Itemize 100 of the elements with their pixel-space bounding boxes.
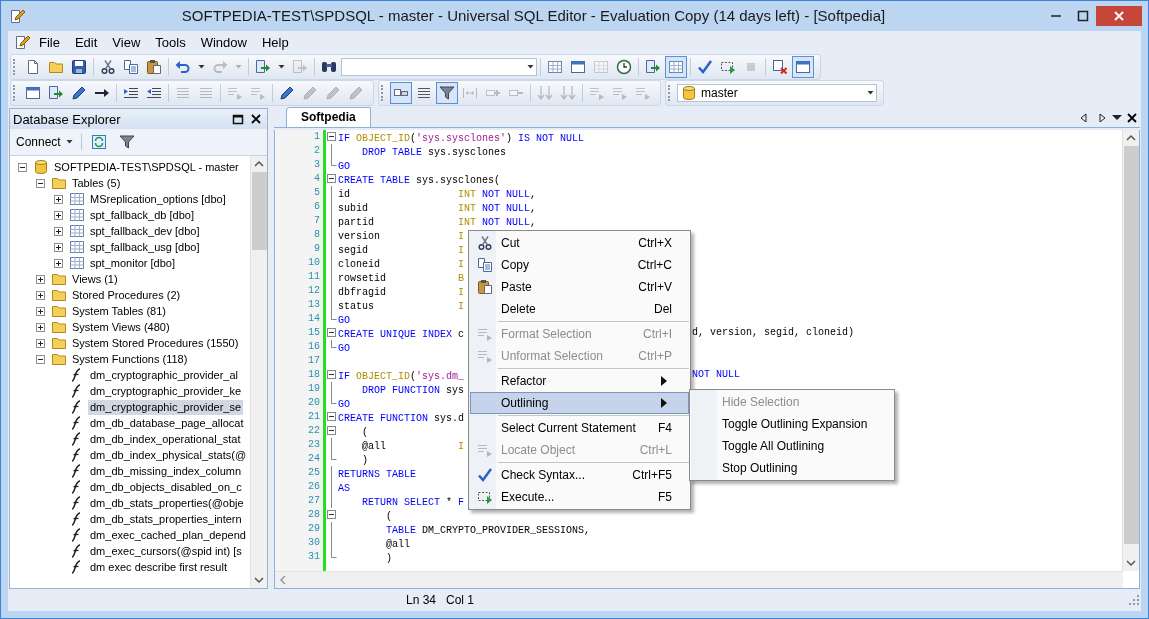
table-icon bbox=[69, 207, 85, 223]
tree-item[interactable]: System Tables (81) bbox=[70, 303, 168, 319]
toolbar-button[interactable] bbox=[436, 82, 458, 104]
database-dropdown[interactable]: master bbox=[677, 84, 877, 102]
fold-toggle[interactable] bbox=[326, 326, 337, 340]
expand-toggle[interactable] bbox=[54, 258, 63, 268]
folder-icon bbox=[48, 59, 64, 75]
expand-toggle[interactable] bbox=[54, 242, 63, 252]
tree-item[interactable]: dm_cryptographic_provider_ke bbox=[88, 383, 244, 399]
fold-toggle[interactable] bbox=[326, 368, 337, 382]
scrollbar[interactable] bbox=[1122, 130, 1139, 571]
table-icon bbox=[69, 255, 85, 271]
code-line: d, version, segid, cloneid) bbox=[692, 326, 855, 340]
tree-item[interactable]: System Functions (118) bbox=[70, 351, 190, 367]
menu-item[interactable]: Toggle All Outlining bbox=[691, 435, 893, 457]
expand-toggle[interactable] bbox=[36, 178, 45, 188]
tree-item[interactable]: dm_db_objects_disabled_on_c bbox=[88, 479, 244, 495]
connect-button[interactable]: Connect bbox=[14, 132, 75, 152]
scrollbar[interactable] bbox=[250, 156, 267, 588]
tree-item[interactable]: dm exec describe first result bbox=[88, 559, 229, 575]
menu-item[interactable]: Check Syntax... Ctrl+F5 bbox=[470, 464, 689, 486]
tree-item[interactable]: Views (1) bbox=[70, 271, 120, 287]
lines-arrow-icon bbox=[477, 442, 493, 458]
line-number: 26 bbox=[307, 480, 321, 494]
code-line: rowsetid B bbox=[338, 272, 465, 286]
code-line: subid INT NOT NULL, bbox=[338, 202, 537, 216]
tree-item[interactable]: dm_db_index_physical_stats(@ bbox=[88, 447, 249, 463]
fold-toggle[interactable] bbox=[326, 172, 337, 186]
line-number: 3 bbox=[313, 158, 321, 172]
menu-item[interactable]: Stop Outlining bbox=[691, 457, 893, 479]
tree-item[interactable]: dm_db_stats_properties(@obje bbox=[88, 495, 246, 511]
tree-item[interactable]: Stored Procedures (2) bbox=[70, 287, 183, 303]
menu-item[interactable]: Cut Ctrl+X bbox=[470, 232, 689, 254]
code-line: GO bbox=[338, 342, 350, 356]
fold-toggle[interactable] bbox=[326, 410, 337, 424]
expand-toggle[interactable] bbox=[54, 210, 63, 220]
tree-item[interactable]: dm_exec_cached_plan_depend bbox=[88, 527, 248, 543]
expand-toggle[interactable] bbox=[36, 322, 45, 332]
expand-toggle[interactable] bbox=[36, 290, 45, 300]
clipboard-icon bbox=[146, 59, 162, 75]
expand-toggle[interactable] bbox=[36, 354, 45, 364]
lines-icon bbox=[416, 85, 432, 101]
expand-toggle[interactable] bbox=[36, 338, 45, 348]
menu-item[interactable]: Execute... F5 bbox=[470, 486, 689, 508]
tree-item[interactable]: dm_db_missing_index_column bbox=[88, 463, 244, 479]
tree-item[interactable]: dm_cryptographic_provider_al bbox=[88, 367, 240, 383]
expand-toggle[interactable] bbox=[54, 194, 63, 204]
copy-icon bbox=[123, 59, 139, 75]
menu-item[interactable]: Toggle Outlining Expansion bbox=[691, 413, 893, 435]
window-title: SOFTPEDIA-TEST\SPDSQL - master - Universal SQL Editor - Evaluation Copy (14 days left) - [Softpedia] bbox=[180, 7, 887, 24]
tree-item[interactable]: dm_exec_cursors(@spid int) [s bbox=[88, 543, 244, 559]
menu-item[interactable]: Refactor bbox=[470, 370, 689, 392]
expand-toggle[interactable] bbox=[36, 306, 45, 316]
document-icon bbox=[14, 34, 30, 50]
menu-item[interactable]: Edit bbox=[68, 32, 104, 52]
table-icon bbox=[69, 223, 85, 239]
tree-item[interactable]: Tables (5) bbox=[70, 175, 123, 191]
editor-tab[interactable]: Softpedia bbox=[286, 107, 371, 127]
expand-toggle[interactable] bbox=[54, 226, 63, 236]
fold-toggle[interactable] bbox=[326, 508, 337, 522]
tree-item[interactable]: MSreplication_options [dbo] bbox=[88, 191, 228, 207]
code-line: CREATE FUNCTION sys.d bbox=[338, 412, 465, 426]
menu-item[interactable]: Window bbox=[194, 32, 253, 52]
tree-item[interactable]: dm_cryptographic_provider_se bbox=[88, 399, 244, 415]
scrollbar-thumb[interactable] bbox=[1123, 146, 1139, 544]
tree-item[interactable]: System Views (480) bbox=[70, 319, 172, 335]
tree-item[interactable]: dm_db_stats_properties_intern bbox=[88, 511, 244, 527]
tree-item[interactable]: dm_db_index_operational_stat bbox=[88, 431, 243, 447]
close-button[interactable] bbox=[1096, 5, 1142, 26]
expand-toggle[interactable] bbox=[18, 162, 27, 172]
menu-item[interactable]: Select Current Statement F4 bbox=[470, 417, 689, 439]
scrollbar-thumb[interactable] bbox=[251, 172, 267, 250]
menu-item[interactable]: Paste Ctrl+V bbox=[470, 276, 689, 298]
menu-item[interactable]: Copy Ctrl+C bbox=[470, 254, 689, 276]
tree-item[interactable]: spt_fallback_db [dbo] bbox=[88, 207, 196, 223]
menu-item[interactable]: Tools bbox=[149, 32, 192, 52]
tree-item[interactable]: SOFTPEDIA-TEST\SPDSQL - master bbox=[52, 159, 241, 175]
menu-item[interactable]: Help bbox=[255, 32, 295, 52]
folder-icon bbox=[51, 287, 67, 303]
pen-icon bbox=[302, 85, 318, 101]
doc-arrow-icon bbox=[48, 85, 64, 101]
code-line: CREATE TABLE sys.sysclones( bbox=[338, 174, 501, 188]
line-number: 22 bbox=[307, 424, 321, 438]
menu-item[interactable]: View bbox=[106, 32, 147, 52]
fold-toggle[interactable] bbox=[326, 130, 337, 144]
expand-toggle[interactable] bbox=[36, 274, 45, 284]
tree-item[interactable]: dm_db_database_page_allocat bbox=[88, 415, 246, 431]
tree-item[interactable]: spt_fallback_usg [dbo] bbox=[88, 239, 202, 255]
fold-toggle[interactable] bbox=[326, 424, 337, 438]
menu-item[interactable]: Delete Del bbox=[470, 298, 689, 320]
tree-item[interactable]: System Stored Procedures (1550) bbox=[70, 335, 241, 351]
menu-item[interactable]: File bbox=[33, 32, 66, 52]
code-line: cloneid I bbox=[338, 258, 465, 272]
columns-icon bbox=[462, 85, 478, 101]
tree-item[interactable]: spt_monitor [dbo] bbox=[88, 255, 177, 271]
pen-icon bbox=[348, 85, 364, 101]
lines-arrow-icon bbox=[477, 348, 493, 364]
menu-item[interactable]: Outlining bbox=[470, 392, 689, 414]
tree-item[interactable]: spt_fallback_dev [dbo] bbox=[88, 223, 202, 239]
scrollbar[interactable] bbox=[275, 571, 1123, 588]
